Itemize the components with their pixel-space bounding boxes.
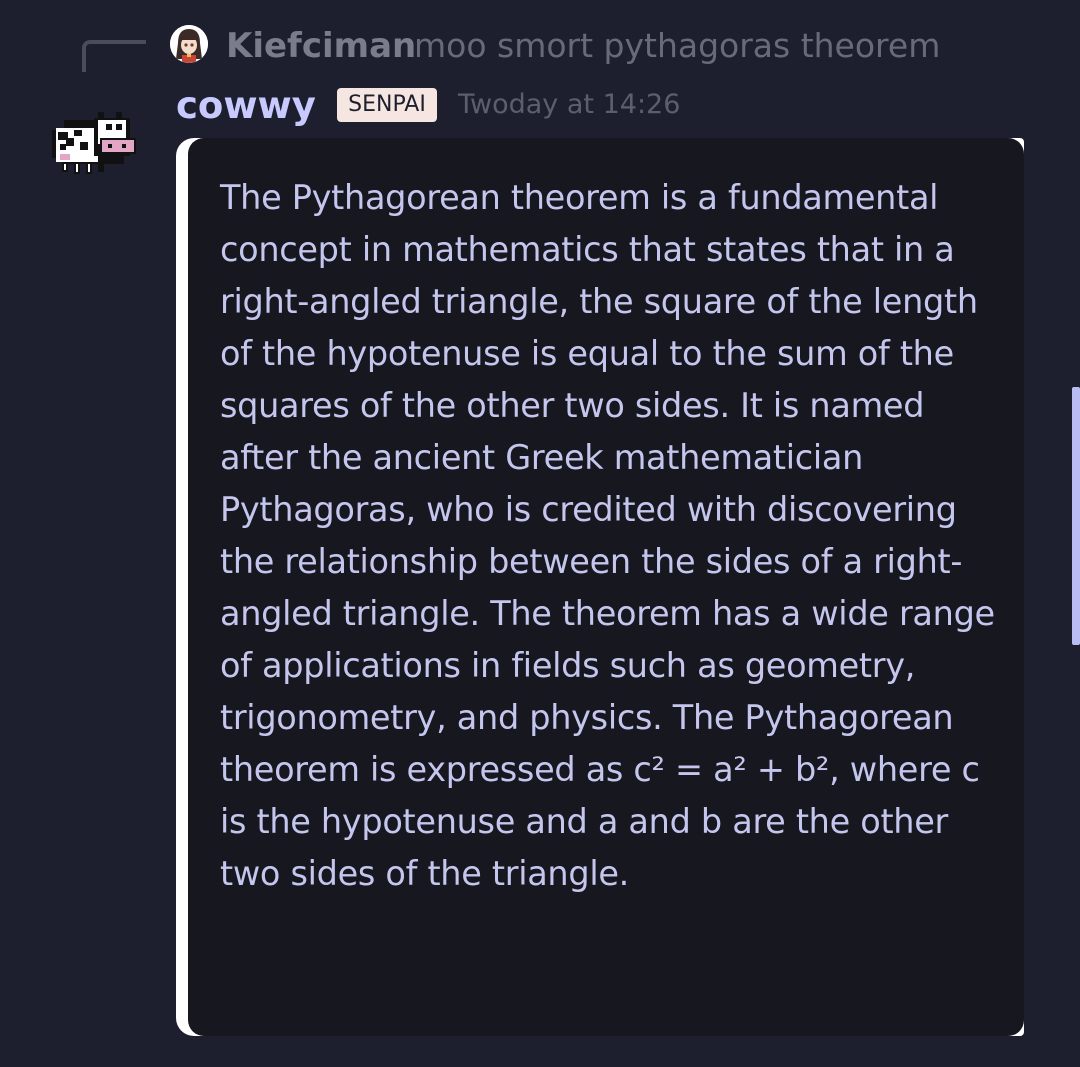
reply-connector [82,40,146,72]
reply-preview-text[interactable]: moo smort pythagoras theorem [414,24,940,68]
message-content: The Pythagorean theorem is a fundamental… [188,138,1024,1036]
message-body: The Pythagorean theorem is a fundamental… [220,178,995,893]
message-author[interactable]: cowwy [176,82,316,130]
chat-view: Kiefciman moo smort pythagoras theorem c… [0,0,1080,1067]
reply-author-name[interactable]: Kiefciman [226,24,416,68]
avatar[interactable] [44,108,142,184]
message-bubble: The Pythagorean theorem is a fundamental… [176,138,1024,1036]
scrollbar-thumb[interactable] [1072,387,1080,645]
message-timestamp: Twoday at 14:26 [458,89,681,120]
reply-avatar[interactable] [170,25,208,63]
role-badge: SENPAI [337,88,437,122]
